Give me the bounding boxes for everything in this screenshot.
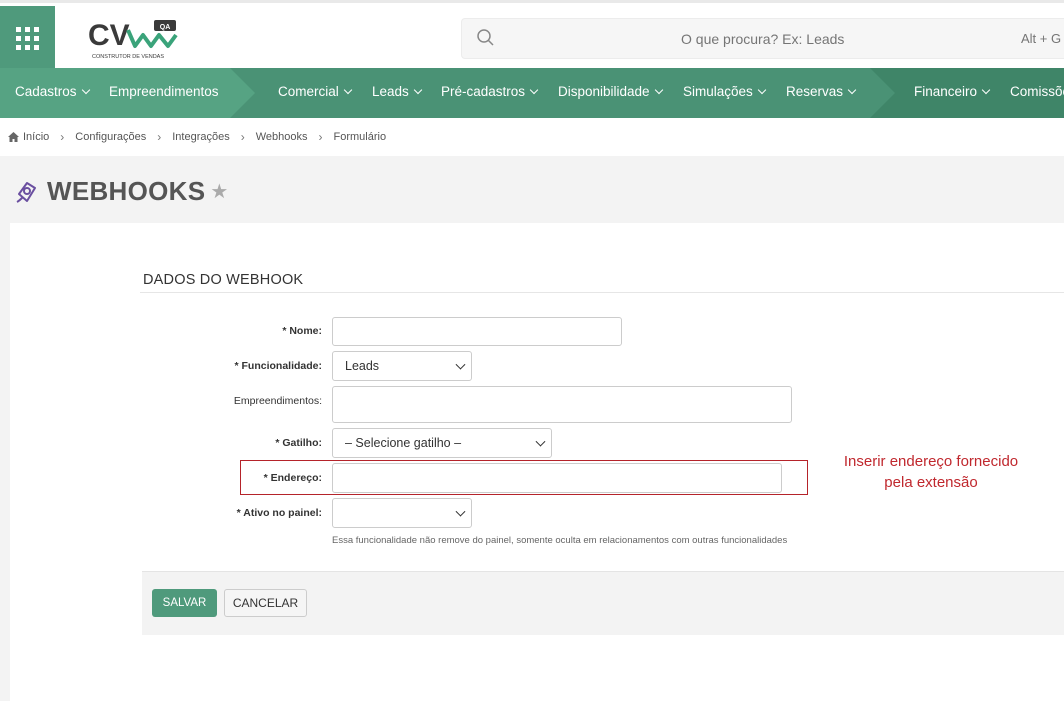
search-icon [477,29,494,46]
apps-grid-icon [16,27,39,50]
nav-segment-arrow [870,68,895,118]
chevron-down-icon [455,506,466,517]
nav-item-cadastros[interactable]: Cadastros [15,84,90,99]
svg-text:QA: QA [160,24,171,31]
chevron-right-icon: › [318,130,323,144]
gatilho-label: * Gatilho: [275,437,322,449]
page-title: WEBHOOKS [47,176,206,206]
nav-item-empreendimentos[interactable]: Empreendimentos [109,84,219,99]
nav-item-financeiro[interactable]: Financeiro [914,84,991,99]
ativo-help-text: Essa funcionalidade não remove do painel… [332,535,788,546]
empreendimentos-label: Empreendimentos: [233,395,322,407]
annotation-line-1: Inserir endereço fornecido [843,453,1019,470]
home-icon [8,132,19,142]
search-shortcut-hint: Alt + G [1021,31,1062,46]
breadcrumb-item-integracoes[interactable]: Integrações [172,131,229,143]
funcionalidade-selected-value: Leads [345,359,380,373]
breadcrumb-item-configuracoes[interactable]: Configurações [75,131,146,143]
section-divider [140,292,1064,293]
nome-input[interactable] [332,317,622,346]
form-actions: SALVAR CANCELAR [142,571,1064,635]
breadcrumb: Início › Configurações › Integrações › W… [0,118,1064,156]
funcionalidade-label: * Funcionalidade: [234,360,322,372]
chevron-down-icon [343,85,353,94]
chevron-down-icon [981,85,991,94]
breadcrumb-item-formulario: Formulário [333,131,387,143]
chevron-down-icon [455,359,466,370]
top-bar: CV QA CONSTRUTOR DE VENDAS O que procura… [0,0,1064,71]
search-bar[interactable]: O que procura? Ex: Leads Alt + G [461,18,1064,59]
empreendimentos-multiselect[interactable] [332,386,792,423]
search-placeholder[interactable]: O que procura? Ex: Leads [681,31,844,47]
svg-text:CV: CV [88,19,130,52]
ativo-select[interactable] [332,498,472,528]
nav-item-leads[interactable]: Leads [372,84,423,99]
nav-item-pre-cadastros[interactable]: Pré-cadastros [441,84,539,99]
page-header: WEBHOOKS ★ [15,176,228,207]
endereco-label: * Endereço: [263,472,322,484]
endereco-input[interactable] [332,463,782,493]
chevron-down-icon [535,436,546,447]
nav-item-reservas[interactable]: Reservas [786,84,857,99]
chevron-right-icon: › [157,130,162,144]
nome-label: * Nome: [282,325,322,337]
nav-item-comercial[interactable]: Comercial [278,84,353,99]
star-icon[interactable]: ★ [210,179,228,204]
gatilho-selected-value: – Selecione gatilho – [345,436,462,450]
chevron-right-icon: › [240,130,245,144]
chevron-right-icon: › [60,130,65,144]
chevron-down-icon [529,85,539,94]
breadcrumb-item-inicio[interactable]: Início [23,131,49,143]
chevron-down-icon [654,85,663,94]
chevron-down-icon [757,85,767,94]
apps-menu-button[interactable] [0,6,55,71]
svg-text:CONSTRUTOR DE VENDAS: CONSTRUTOR DE VENDAS [92,54,164,60]
main-nav: Cadastros Empreendimentos Comercial Lead… [0,68,1064,118]
webhook-icon [16,181,36,203]
section-title: DADOS DO WEBHOOK [143,272,304,288]
ativo-label: * Ativo no painel: [236,507,322,519]
funcionalidade-select[interactable]: Leads [332,351,472,381]
breadcrumb-item-webhooks[interactable]: Webhooks [256,131,308,143]
nav-item-simulacoes[interactable]: Simulações [683,84,767,99]
nav-segment-arrow [230,68,255,118]
logo[interactable]: CV QA CONSTRUTOR DE VENDAS [88,18,183,60]
save-button[interactable]: SALVAR [152,589,217,617]
chevron-down-icon [847,85,857,94]
form-card: DADOS DO WEBHOOK * Nome: * Funcionalidad… [10,223,1064,701]
annotation-text: Inserir endereço fornecido pela extensão [822,451,1040,493]
chevron-down-icon [81,85,90,94]
chevron-down-icon [413,85,423,94]
annotation-line-2: pela extensão [884,474,978,491]
nav-item-disponibilidade[interactable]: Disponibilidade [558,84,663,99]
cancel-button[interactable]: CANCELAR [224,589,307,617]
gatilho-select[interactable]: – Selecione gatilho – [332,428,552,458]
nav-item-comissoes[interactable]: Comissõe [1010,84,1064,99]
